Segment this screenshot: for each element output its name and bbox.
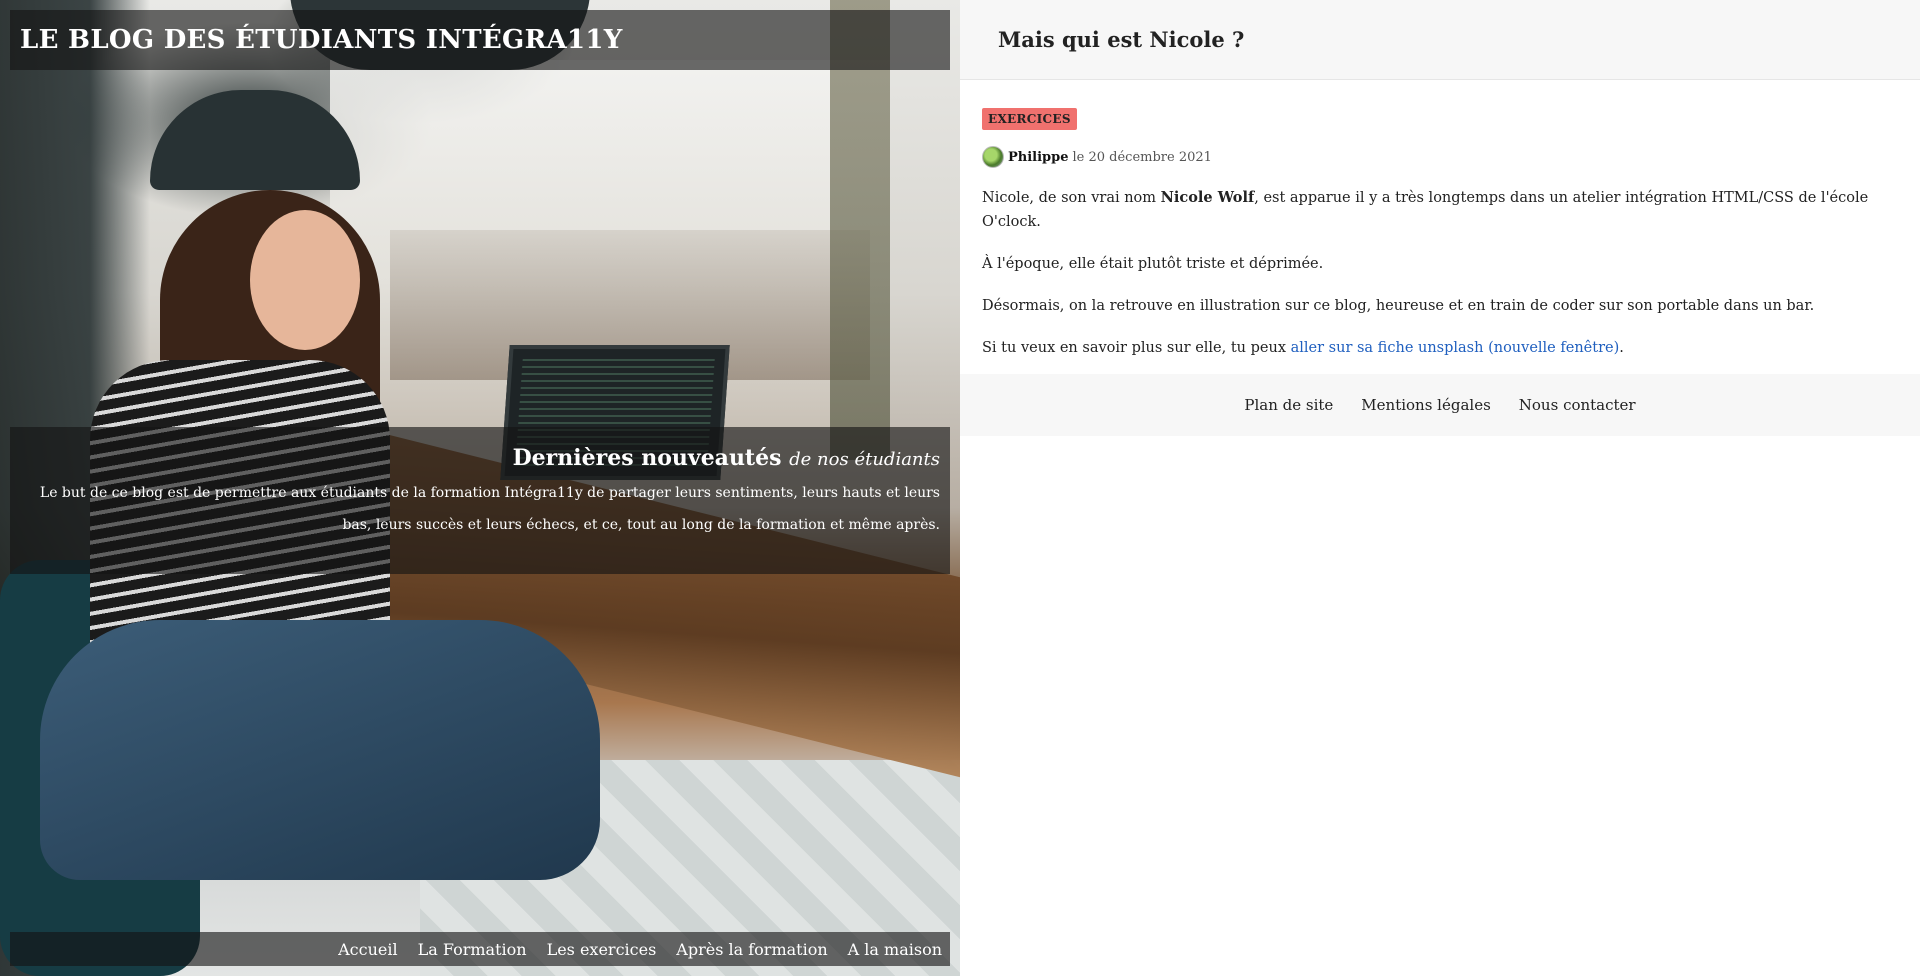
article-header: Mais qui est Nicole ?	[960, 0, 1920, 80]
intro-text: Le but de ce blog est de permettre aux é…	[39, 485, 940, 533]
intro-box: Dernières nouveautés de nos étudiants Le…	[10, 427, 950, 574]
author-name: Philippe	[1008, 149, 1069, 165]
category-tag[interactable]: EXERCICES	[982, 108, 1077, 130]
nav-item-apres-la-formation[interactable]: Après la formation	[676, 940, 827, 959]
footer-link-plan-de-site[interactable]: Plan de site	[1244, 396, 1333, 414]
paragraph-text: .	[1619, 340, 1624, 356]
hero-section: LE BLOG DES ÉTUDIANTS INTÉGRA11Y Dernièr…	[0, 0, 960, 976]
article-paragraph: Si tu veux en savoir plus sur elle, tu p…	[982, 336, 1898, 360]
article-body: EXERCICES Philippe le 20 décembre 2021 N…	[960, 80, 1920, 360]
paragraph-text: Nicole, de son vrai nom	[982, 190, 1161, 206]
article-title: Mais qui est Nicole ?	[998, 27, 1245, 52]
intro-heading-emphasis: de nos étudiants	[789, 449, 940, 470]
intro-heading-main: Dernières nouveautés	[512, 445, 782, 471]
main-content: Mais qui est Nicole ? EXERCICES Philippe…	[960, 0, 1920, 976]
author-avatar	[982, 146, 1004, 168]
article-date: le 20 décembre 2021	[1072, 149, 1212, 165]
nav-item-a-la-maison[interactable]: A la maison	[848, 940, 942, 959]
article-paragraph: Désormais, on la retrouve en illustratio…	[982, 298, 1815, 314]
footer-link-mentions-legales[interactable]: Mentions légales	[1361, 396, 1490, 414]
unsplash-link[interactable]: aller sur sa fiche unsplash (nouvelle fe…	[1291, 340, 1620, 356]
article-meta: Philippe le 20 décembre 2021	[982, 146, 1898, 168]
site-footer: Plan de site Mentions légales Nous conta…	[960, 374, 1920, 436]
paragraph-text: Si tu veux en savoir plus sur elle, tu p…	[982, 340, 1291, 356]
main-nav: Accueil La Formation Les exercices Après…	[10, 932, 950, 966]
site-header: LE BLOG DES ÉTUDIANTS INTÉGRA11Y	[10, 10, 950, 70]
paragraph-strong-text: Nicole Wolf	[1160, 189, 1255, 206]
intro-heading: Dernières nouveautés de nos étudiants	[20, 445, 940, 471]
footer-link-nous-contacter[interactable]: Nous contacter	[1519, 396, 1636, 414]
background-photo-lamp	[150, 90, 360, 190]
article-paragraph: À l'époque, elle était plutôt triste et …	[982, 256, 1324, 272]
article-paragraph: Nicole, de son vrai nom Nicole Wolf, est…	[982, 186, 1898, 234]
nav-item-accueil[interactable]: Accueil	[338, 940, 397, 959]
background-photo-person-legs	[40, 620, 600, 880]
nav-item-la-formation[interactable]: La Formation	[418, 940, 527, 959]
site-title[interactable]: LE BLOG DES ÉTUDIANTS INTÉGRA11Y	[20, 25, 623, 55]
nav-item-les-exercices[interactable]: Les exercices	[547, 940, 657, 959]
background-photo-person-face	[250, 210, 360, 350]
